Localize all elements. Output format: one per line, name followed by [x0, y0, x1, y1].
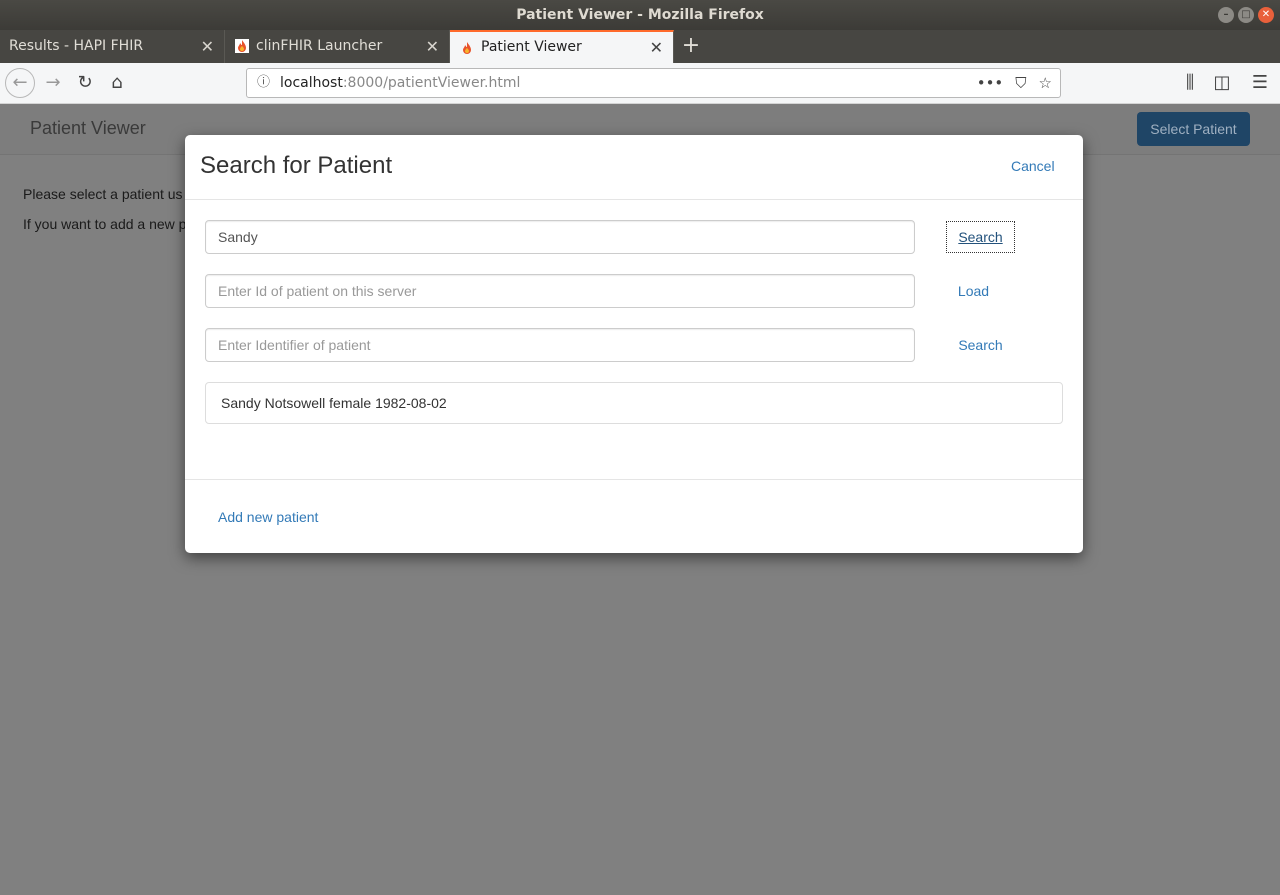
- tab-label: Patient Viewer: [481, 39, 582, 55]
- close-window-icon[interactable]: ✕: [1258, 7, 1274, 23]
- url-actions: ••• ⛉ ☆: [977, 69, 1052, 97]
- patient-name-input[interactable]: [205, 220, 915, 254]
- maximize-icon[interactable]: □: [1238, 7, 1254, 23]
- tab-strip: Results - HAPI FHIR ✕ clinFHIR Launcher …: [0, 30, 1280, 63]
- page-instruction-select: Please select a patient us: [23, 186, 183, 202]
- menu-icon[interactable]: ☰: [1248, 71, 1272, 95]
- url-host: localhost: [280, 75, 343, 91]
- add-new-patient-button[interactable]: Add new patient: [218, 509, 318, 525]
- select-patient-button[interactable]: Select Patient: [1137, 112, 1250, 146]
- search-by-identifier-button[interactable]: Search: [946, 329, 1015, 361]
- flame-icon: [463, 42, 471, 54]
- search-patient-modal: Search for Patient Cancel Search Load Se…: [185, 135, 1083, 553]
- cancel-button[interactable]: Cancel: [1011, 158, 1055, 174]
- load-by-id-button[interactable]: Load: [939, 275, 1008, 307]
- patient-result-item[interactable]: Sandy Notsowell female 1982-08-02: [205, 382, 1063, 424]
- url-path: :8000/patientViewer.html: [342, 75, 521, 91]
- page-brand: Patient Viewer: [30, 118, 146, 138]
- url-bar[interactable]: ⓘ localhost:8000/patientViewer.html ••• …: [246, 68, 1061, 98]
- tab-results-hapi-fhir[interactable]: Results - HAPI FHIR ✕: [0, 30, 225, 63]
- close-tab-icon[interactable]: ✕: [426, 30, 439, 63]
- pocket-icon[interactable]: ⛉: [1015, 69, 1026, 97]
- site-info-icon[interactable]: ⓘ: [257, 69, 270, 97]
- sidebar-icon[interactable]: ◫: [1210, 71, 1234, 95]
- patient-identifier-input[interactable]: [205, 328, 915, 362]
- patient-id-input[interactable]: [205, 274, 915, 308]
- flame-icon: [235, 39, 249, 53]
- tab-label: clinFHIR Launcher: [256, 38, 383, 54]
- window-controls: – □ ✕: [1218, 7, 1274, 23]
- new-tab-icon[interactable]: +: [680, 30, 702, 63]
- forward-icon[interactable]: →: [41, 71, 65, 95]
- page-actions-icon[interactable]: •••: [977, 69, 1004, 97]
- back-icon[interactable]: ←: [5, 68, 35, 98]
- search-by-name-button[interactable]: Search: [946, 221, 1015, 253]
- window-titlebar: Patient Viewer - Mozilla Firefox – □ ✕: [0, 0, 1280, 30]
- home-icon[interactable]: ⌂: [105, 71, 129, 95]
- tab-clinfhir-launcher[interactable]: clinFHIR Launcher ✕: [225, 30, 450, 63]
- modal-footer: Add new patient: [185, 479, 1083, 553]
- tab-label: Results - HAPI FHIR: [9, 38, 144, 54]
- modal-header: Search for Patient Cancel: [185, 135, 1083, 200]
- tab-patient-viewer[interactable]: Patient Viewer ✕: [450, 30, 674, 63]
- url-text: localhost:8000/patientViewer.html: [280, 69, 520, 97]
- library-icon[interactable]: ⫼: [1178, 71, 1202, 95]
- close-tab-icon[interactable]: ✕: [201, 30, 214, 63]
- reload-icon[interactable]: ↻: [73, 71, 97, 95]
- modal-title: Search for Patient: [200, 152, 393, 179]
- close-tab-icon[interactable]: ✕: [650, 32, 663, 63]
- page-instruction-add: If you want to add a new p: [23, 216, 187, 232]
- window-title: Patient Viewer - Mozilla Firefox: [516, 7, 764, 23]
- minimize-icon[interactable]: –: [1218, 7, 1234, 23]
- bookmark-star-icon[interactable]: ☆: [1039, 69, 1052, 97]
- navigation-bar: ← → ↻ ⌂ ⓘ localhost:8000/patientViewer.h…: [0, 63, 1280, 104]
